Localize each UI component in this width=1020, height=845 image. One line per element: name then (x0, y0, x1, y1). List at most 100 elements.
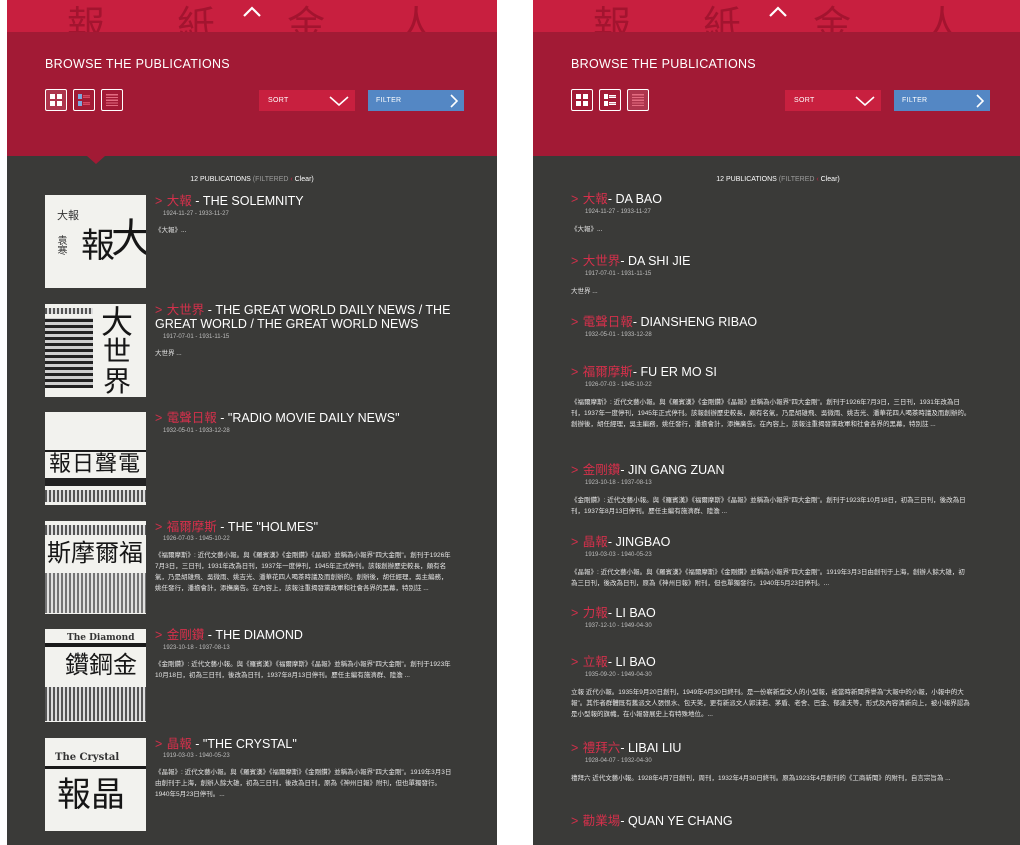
item-title[interactable]: > 晶報- JINGBAO (571, 535, 985, 550)
list-item[interactable]: 報日聲電 > 電聲日報 - "RADIO MOVIE DAILY NEWS" 1… (7, 409, 497, 518)
compact-list-view-button[interactable] (599, 89, 621, 111)
sort-dropdown[interactable]: SORT (785, 90, 881, 111)
publication-grid: 報 大 大報 袁寒 > 大報 - THE SOLEMNITY 1924-11-2… (7, 192, 497, 843)
list-item[interactable]: > 大報- DA BAO 1924-11-27 - 1933-11-27 《大報… (533, 192, 1020, 254)
view-switcher (571, 89, 649, 111)
item-description: 《福爾摩斯》: 近代文藝小報。與《羅賓漢》《金剛鑽》《晶報》並稱為小報界"四大金… (155, 552, 451, 592)
thumbnail-image: 報 大 大報 袁寒 (45, 195, 146, 288)
item-dates: 1928-04-07 - 1932-04-30 (585, 757, 652, 764)
chevron-up-icon[interactable] (242, 4, 262, 18)
banner-decoration: 報 紙 金 人 事 天 電 (67, 3, 497, 32)
list-view-icon (632, 94, 644, 106)
header-pointer (87, 156, 105, 164)
filter-button[interactable]: FILTER (894, 90, 990, 111)
item-description: 《大報》... (155, 226, 187, 234)
grid-view-button[interactable] (45, 89, 67, 111)
thumbnail-image: 報日聲電 (45, 412, 146, 505)
compact-list-view-icon (78, 94, 90, 106)
list-item[interactable]: > 勸業場- QUAN YE CHANG (533, 814, 1020, 844)
compact-list-view-icon (604, 94, 616, 106)
item-title[interactable]: > 金剛鑽- JIN GANG ZUAN (571, 463, 985, 478)
chevron-right-icon (450, 93, 458, 108)
item-title[interactable]: > 福爾摩斯 - THE "HOLMES" (155, 520, 455, 535)
item-title[interactable]: > 電聲日報 - "RADIO MOVIE DAILY NEWS" (155, 411, 455, 426)
list-item[interactable]: The Crystal 報晶 > 晶報 - "THE CRYSTAL" 1919… (7, 735, 497, 844)
chevron-up-icon[interactable] (768, 4, 788, 18)
item-title[interactable]: > 大世界 - THE GREAT WORLD DAILY NEWS / THE… (155, 303, 455, 332)
list-view-button[interactable] (101, 89, 123, 111)
item-description: 《大報》... (571, 225, 603, 233)
item-dates: 1923-10-18 - 1937-08-13 (163, 644, 230, 651)
list-item[interactable]: > 禮拜六- LIBAI LIU 1928-04-07 - 1932-04-30… (533, 741, 1020, 814)
item-title[interactable]: > 福爾摩斯- FU ER MO SI (571, 365, 985, 380)
compact-list-view-button[interactable] (73, 89, 95, 111)
item-title[interactable]: > 禮拜六- LIBAI LIU (571, 741, 985, 756)
item-title[interactable]: > 大報- DA BAO (571, 192, 985, 207)
list-item[interactable]: > 晶報- JINGBAO 1919-03-03 - 1940-05-23 《晶… (533, 535, 1020, 606)
item-description: 大世界 ... (155, 349, 182, 357)
panel-grid-view: 報 紙 金 人 事 天 電 BROWSE THE PUBLICATIONS SO… (7, 0, 497, 845)
item-dates: 1924-11-27 - 1933-11-27 (163, 210, 229, 217)
list-item[interactable]: > 大世界- DA SHI JIE 1917-07-01 - 1931-11-1… (533, 254, 1020, 315)
filter-button[interactable]: FILTER (368, 90, 464, 111)
grid-view-icon (576, 94, 588, 106)
grid-view-button[interactable] (571, 89, 593, 111)
item-dates: 1923-10-18 - 1937-08-13 (585, 479, 652, 486)
item-title[interactable]: > 力報- LI BAO (571, 606, 985, 621)
item-dates: 1919-03-03 - 1940-05-23 (585, 551, 652, 558)
item-description: 《金剛鑽》: 近代文藝小報。與《羅賓漢》《福爾摩斯》《晶報》並稱為小報界"四大金… (155, 660, 451, 679)
filter-label: FILTER (376, 97, 402, 104)
item-description: 《晶報》: 近代文藝小報。與《羅賓漢》《福爾摩斯》《金剛鑽》並稱為小報界"四大金… (155, 769, 452, 798)
list-item[interactable]: 大 世 界 > 大世界 - THE GREAT WORLD DAILY NEWS… (7, 301, 497, 410)
item-dates: 1932-05-01 - 1933-12-28 (163, 427, 230, 434)
item-description: 立報 近代小報。1935年9月20日創刊，1949年4月30日終刊。是一份嶄新型… (571, 688, 970, 718)
item-info: > 電聲日報 - "RADIO MOVIE DAILY NEWS" 1932-0… (155, 411, 455, 442)
item-description: 禮拜六 近代文藝小報。1928年4月7日創刊，周刊，1932年4月30日終刊。原… (571, 774, 951, 782)
item-title[interactable]: > 大世界- DA SHI JIE (571, 254, 985, 269)
item-dates: 1926-07-03 - 1945-10-22 (163, 536, 230, 542)
clear-filter-link[interactable]: Clear) (295, 176, 314, 183)
item-title[interactable]: > 立報- LI BAO (571, 655, 985, 670)
item-description: 《福爾摩斯》: 近代文藝小報。與《羅賓漢》《金剛鑽》《晶報》並稱為小報界"四大金… (571, 398, 971, 428)
sort-dropdown[interactable]: SORT (259, 90, 355, 111)
list-item[interactable]: > 金剛鑽- JIN GANG ZUAN 1923-10-18 - 1937-0… (533, 463, 1020, 535)
banner: 報 紙 金 人 事 天 電 (7, 0, 497, 32)
item-title[interactable]: > 電聲日報- DIANSHENG RIBAO (571, 315, 985, 330)
list-item[interactable]: The Diamond 鑽鋼金 > 金剛鑽 - THE DIAMOND 1923… (7, 626, 497, 735)
thumbnail-image: 大 世 界 (45, 303, 146, 397)
result-count: 12 PUBLICATIONS (FILTERED ‹ Clear) (7, 176, 497, 183)
thumbnail-image: The Crystal 報晶 (45, 737, 146, 831)
item-dates: 1932-05-01 - 1933-12-28 (585, 331, 652, 338)
list-item[interactable]: > 電聲日報- DIANSHENG RIBAO 1932-05-01 - 193… (533, 315, 1020, 365)
list-item[interactable]: > 立報- LI BAO 1935-09-20 - 1949-04-30 立報 … (533, 655, 1020, 741)
item-dates: 1917-07-01 - 1931-11-15 (585, 270, 652, 277)
clear-filter-link[interactable]: Clear) (821, 176, 840, 183)
item-dates: 1937-12-10 - 1949-04-30 (585, 622, 652, 629)
list-item[interactable]: 報 大 大報 袁寒 > 大報 - THE SOLEMNITY 1924-11-2… (7, 192, 497, 301)
list-item[interactable]: 斯摩爾福 > 福爾摩斯 - THE "HOLMES" 1926-07-03 - … (7, 518, 497, 627)
item-info: > 福爾摩斯 - THE "HOLMES" 1926-07-03 - 1945-… (155, 520, 455, 595)
item-title[interactable]: > 金剛鑽 - THE DIAMOND (155, 628, 455, 643)
chevron-down-icon (329, 95, 349, 106)
list-item[interactable]: > 力報- LI BAO 1937-12-10 - 1949-04-30 (533, 606, 1020, 655)
page-title: BROWSE THE PUBLICATIONS (571, 57, 756, 71)
panel-list-view: 報 紙 金 人 事 天 電 BROWSE THE PUBLICATIONS SO… (533, 0, 1020, 845)
item-title[interactable]: > 勸業場- QUAN YE CHANG (571, 814, 985, 829)
item-title[interactable]: > 晶報 - "THE CRYSTAL" (155, 737, 455, 752)
sort-label: SORT (268, 97, 289, 104)
filtered-label: (FILTERED (778, 176, 815, 183)
item-description: 大世界 ... (571, 287, 598, 295)
count-label: 12 PUBLICATIONS (190, 176, 251, 183)
list-item[interactable]: > 福爾摩斯- FU ER MO SI 1926-07-03 - 1945-10… (533, 365, 1020, 463)
item-info: > 大世界 - THE GREAT WORLD DAILY NEWS / THE… (155, 303, 455, 359)
item-info: > 晶報 - "THE CRYSTAL" 1919-03-03 - 1940-0… (155, 737, 455, 801)
item-title[interactable]: > 大報 - THE SOLEMNITY (155, 194, 455, 209)
item-info: > 大報 - THE SOLEMNITY 1924-11-27 - 1933-1… (155, 194, 455, 236)
sort-label: SORT (794, 97, 815, 104)
list-view-icon (106, 94, 118, 106)
item-dates: 1919-03-03 - 1940-05-23 (163, 753, 230, 759)
list-view-button[interactable] (627, 89, 649, 111)
grid-view-icon (50, 94, 62, 106)
filtered-label: (FILTERED (252, 176, 289, 183)
header: BROWSE THE PUBLICATIONS SORT FILTER (533, 32, 1020, 156)
